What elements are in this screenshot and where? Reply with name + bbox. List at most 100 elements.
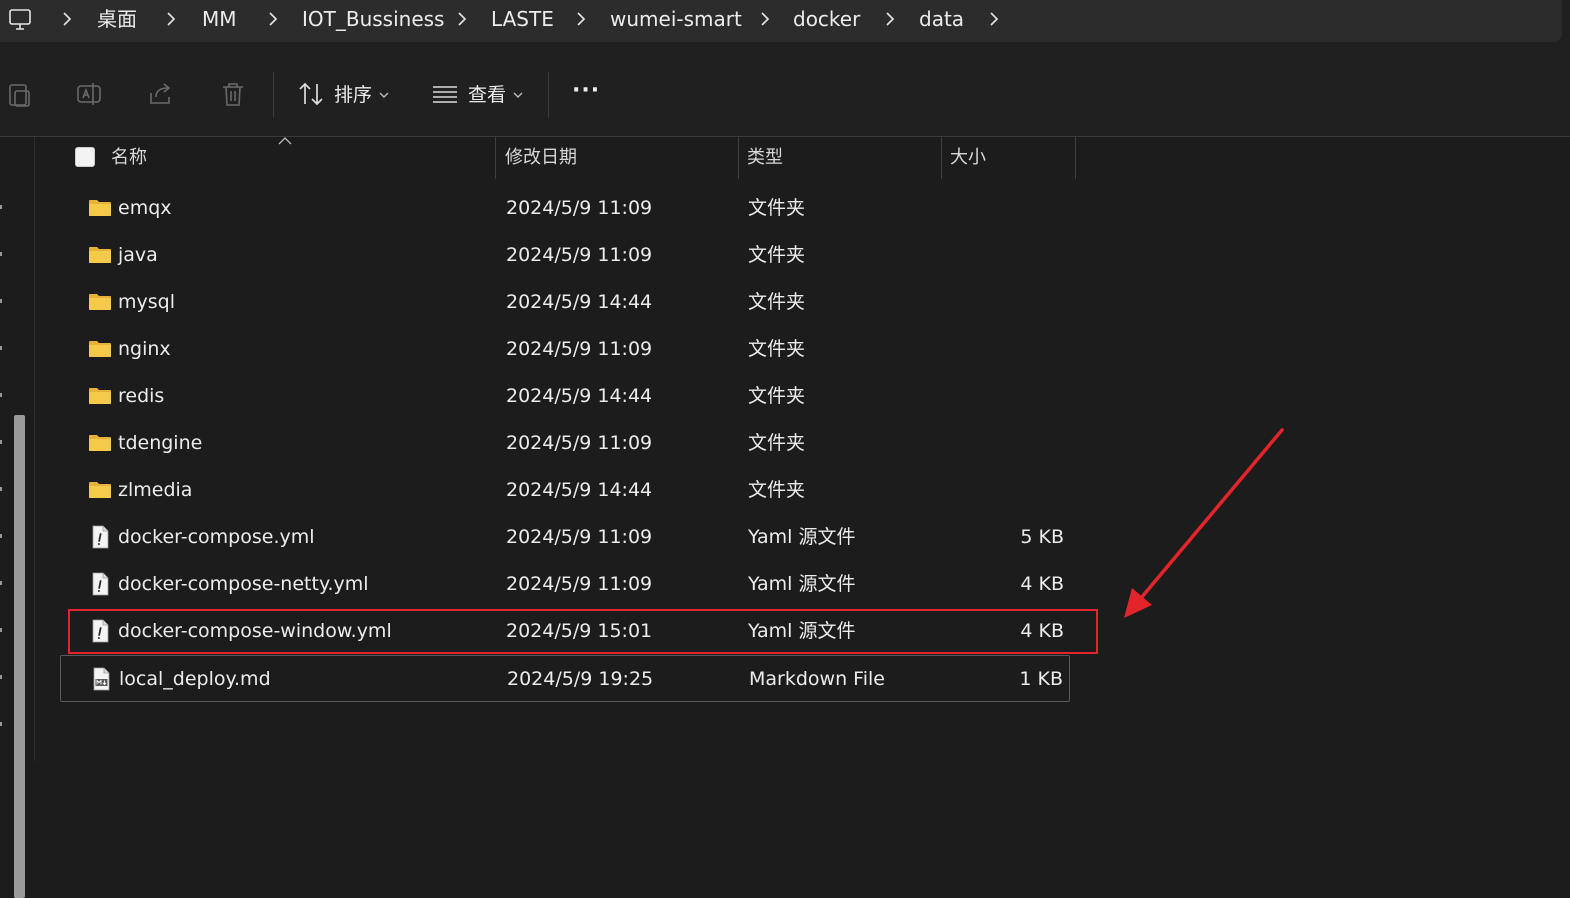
nav-expand-marker[interactable]: [0, 299, 2, 303]
file-name: local_deploy.md: [119, 668, 271, 690]
column-header-date[interactable]: 修改日期: [505, 146, 577, 170]
yaml-file-icon: [88, 572, 112, 596]
chevron-right-icon[interactable]: [57, 9, 77, 29]
nav-expand-marker[interactable]: [0, 534, 2, 538]
command-bar: 排序 查看 ···: [0, 52, 1570, 137]
breadcrumb-item[interactable]: 桌面: [97, 5, 137, 33]
file-name: emqx: [118, 197, 172, 219]
file-size: 1 KB: [1019, 668, 1063, 690]
annotation-arrow-icon: [1124, 428, 1284, 618]
column-divider[interactable]: [495, 137, 496, 179]
yaml-file-icon: [88, 525, 112, 549]
column-header-name[interactable]: 名称: [111, 146, 147, 170]
sort-button[interactable]: 排序: [334, 82, 372, 108]
file-name: redis: [118, 385, 165, 407]
file-type: Yaml 源文件: [748, 573, 856, 595]
nav-expand-marker[interactable]: [0, 393, 2, 397]
address-bar[interactable]: 桌面 MM IOT_Bussiness LASTE wumei-smart docker d…: [0, 0, 1562, 42]
file-type: 文件夹: [748, 291, 806, 313]
column-divider[interactable]: [738, 137, 739, 179]
chevron-down-icon: [513, 92, 523, 98]
address-bar-area: 桌面 MM IOT_Bussiness LASTE wumei-smart docker d…: [0, 0, 1570, 52]
nav-expand-marker[interactable]: [0, 628, 2, 632]
view-icon[interactable]: [430, 79, 460, 109]
file-type: 文件夹: [748, 338, 806, 360]
file-date: 2024/5/9 14:44: [506, 291, 653, 313]
chevron-right-icon[interactable]: [452, 9, 472, 29]
delete-icon[interactable]: [218, 79, 248, 109]
computer-icon[interactable]: [8, 8, 32, 32]
file-row[interactable]: tdengine 2024/5/9 11:09 文件夹: [60, 420, 1070, 467]
nav-expand-marker[interactable]: [0, 675, 2, 679]
chevron-right-icon[interactable]: [880, 9, 900, 29]
breadcrumb-item[interactable]: docker: [793, 5, 860, 33]
chevron-right-icon[interactable]: [161, 9, 181, 29]
nav-expand-marker[interactable]: [0, 440, 2, 444]
file-name: docker-compose.yml: [118, 526, 315, 548]
file-row[interactable]: mysql 2024/5/9 14:44 文件夹: [60, 279, 1070, 326]
column-header-type[interactable]: 类型: [747, 146, 783, 170]
file-name: docker-compose-netty.yml: [118, 573, 369, 595]
breadcrumb-item[interactable]: IOT_Bussiness: [302, 5, 444, 33]
chevron-right-icon[interactable]: [571, 9, 591, 29]
chevron-right-icon[interactable]: [984, 9, 1004, 29]
file-name: tdengine: [118, 432, 203, 454]
file-row[interactable]: local_deploy.md 2024/5/9 19:25 Markdown Fi…: [60, 655, 1070, 702]
file-name: nginx: [118, 338, 171, 360]
folder-icon: [88, 384, 112, 408]
file-row[interactable]: redis 2024/5/9 14:44 文件夹: [60, 373, 1070, 420]
column-header-row: 名称 修改日期 类型 大小: [36, 137, 1570, 179]
nav-scrollbar[interactable]: [14, 415, 25, 898]
nav-expand-marker[interactable]: [0, 581, 2, 585]
column-divider[interactable]: [941, 137, 942, 179]
file-row[interactable]: docker-compose-netty.yml 2024/5/9 11:09 Ya…: [60, 561, 1070, 608]
file-row[interactable]: zlmedia 2024/5/9 14:44 文件夹: [60, 467, 1070, 514]
more-options-button[interactable]: ···: [572, 78, 600, 104]
breadcrumb-item[interactable]: MM: [202, 5, 237, 33]
file-date: 2024/5/9 11:09: [506, 526, 653, 548]
chevron-right-icon[interactable]: [263, 9, 283, 29]
nav-expand-marker[interactable]: [0, 722, 2, 726]
file-row[interactable]: docker-compose.yml 2024/5/9 11:09 Yaml 源文件…: [60, 514, 1070, 561]
file-date: 2024/5/9 14:44: [506, 385, 653, 407]
paste-icon[interactable]: [6, 79, 36, 109]
share-icon[interactable]: [146, 79, 176, 109]
file-date: 2024/5/9 11:09: [506, 338, 653, 360]
file-row[interactable]: nginx 2024/5/9 11:09 文件夹: [60, 326, 1070, 373]
chevron-down-icon: [379, 92, 389, 98]
column-header-size[interactable]: 大小: [950, 146, 986, 170]
markdown-file-icon: [89, 667, 113, 691]
file-type: 文件夹: [748, 197, 806, 219]
breadcrumb-item[interactable]: data: [919, 5, 964, 33]
file-row[interactable]: java 2024/5/9 11:09 文件夹: [60, 232, 1070, 279]
file-type: Markdown File: [749, 668, 885, 690]
file-row[interactable]: emqx 2024/5/9 11:09 文件夹: [60, 185, 1070, 232]
toolbar-separator: [548, 72, 549, 118]
file-date: 2024/5/9 11:09: [506, 573, 653, 595]
file-name: mysql: [118, 291, 175, 313]
folder-icon: [88, 337, 112, 361]
rename-icon[interactable]: [75, 79, 105, 109]
nav-expand-marker[interactable]: [0, 252, 2, 256]
file-type: 文件夹: [748, 432, 806, 454]
nav-expand-marker[interactable]: [0, 487, 2, 491]
nav-expand-marker[interactable]: [0, 346, 2, 350]
folder-icon: [88, 431, 112, 455]
navigation-pane[interactable]: [0, 137, 35, 898]
folder-icon: [88, 290, 112, 314]
folder-icon: [88, 478, 112, 502]
file-date: 2024/5/9 11:09: [506, 432, 653, 454]
file-date: 2024/5/9 14:44: [506, 479, 653, 501]
column-divider[interactable]: [1075, 137, 1076, 179]
file-type: Yaml 源文件: [748, 526, 856, 548]
chevron-right-icon[interactable]: [755, 9, 775, 29]
file-name: zlmedia: [118, 479, 193, 501]
folder-icon: [88, 243, 112, 267]
toolbar-separator: [273, 72, 274, 118]
file-size: 4 KB: [1020, 573, 1064, 595]
breadcrumb-item[interactable]: wumei-smart: [610, 5, 742, 33]
breadcrumb-item[interactable]: LASTE: [491, 5, 554, 33]
view-button[interactable]: 查看: [468, 82, 506, 108]
nav-expand-marker[interactable]: [0, 205, 2, 209]
sort-icon[interactable]: [296, 79, 326, 109]
